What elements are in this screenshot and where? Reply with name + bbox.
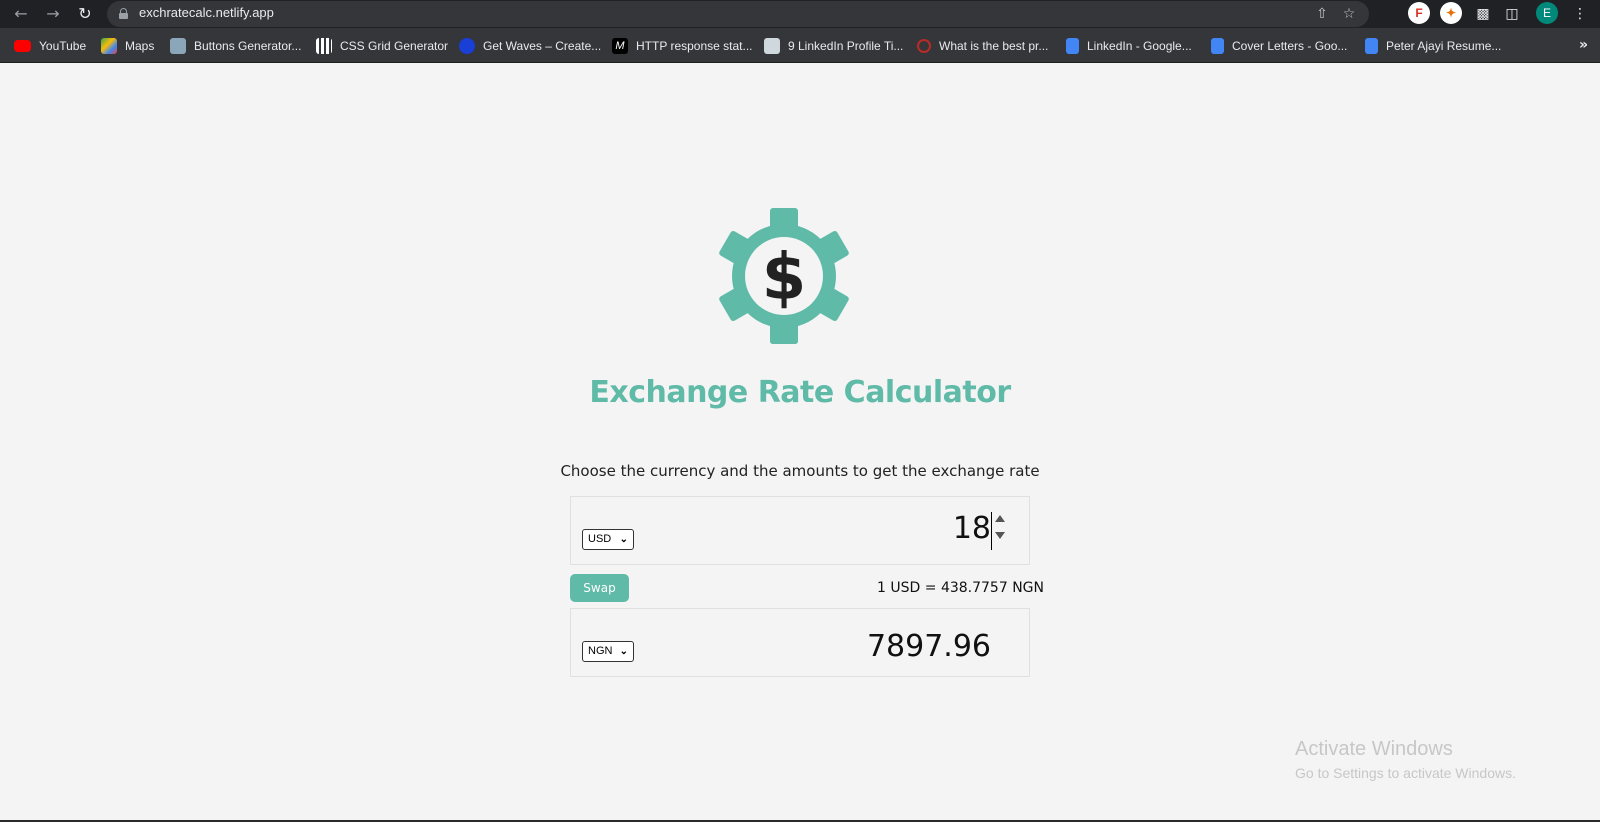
bookmark-http-response[interactable]: M HTTP response stat...	[612, 36, 753, 56]
number-spinner[interactable]	[995, 515, 1007, 545]
url-text: exchratecalc.netlify.app	[139, 5, 274, 20]
google-docs-icon	[1211, 38, 1224, 54]
amount-two-output[interactable]: 7897.96	[867, 629, 991, 664]
get-waves-icon	[459, 38, 475, 54]
color-picker-extension-icon[interactable]: ✦	[1440, 2, 1462, 24]
currency-two-container: NGN ⌄ 7897.96	[570, 608, 1030, 677]
currency-one-select[interactable]: USD ⌄	[582, 529, 634, 550]
reload-icon[interactable]: ↻	[74, 3, 96, 25]
currency-one-code: USD	[588, 533, 612, 545]
profile-avatar[interactable]: E	[1536, 2, 1558, 24]
watermark-subtitle: Go to Settings to activate Windows.	[1295, 765, 1516, 781]
extension-f-icon[interactable]: F	[1408, 2, 1430, 24]
mdn-icon: M	[612, 38, 628, 54]
extensions-puzzle-icon[interactable]: ▩	[1473, 3, 1493, 25]
bookmark-quora[interactable]: What is the best pr...	[917, 36, 1048, 56]
bookmark-star-icon[interactable]: ☆	[1339, 4, 1359, 24]
text-cursor	[991, 512, 992, 550]
bookmark-buttons-generator[interactable]: Buttons Generator...	[170, 36, 301, 56]
page-title: Exchange Rate Calculator	[589, 375, 1011, 410]
page-subtitle: Choose the currency and the amounts to g…	[560, 462, 1040, 480]
chevron-down-icon: ⌄	[619, 646, 628, 657]
more-bookmarks-icon[interactable]: »	[1579, 37, 1588, 53]
linkedin-tips-icon	[764, 38, 780, 54]
side-panel-icon[interactable]: ◫	[1502, 3, 1522, 25]
bookmark-maps[interactable]: Maps	[101, 36, 154, 56]
swap-button[interactable]: Swap	[570, 574, 629, 602]
bookmark-label: YouTube	[39, 39, 87, 53]
maps-icon	[101, 38, 117, 54]
bookmark-linkedin-doc[interactable]: LinkedIn - Google...	[1066, 36, 1192, 56]
youtube-icon	[14, 40, 31, 52]
menu-kebab-icon[interactable]: ⋮	[1570, 3, 1590, 25]
browser-toolbar: ← → ↻ exchratecalc.netlify.app ⇧ ☆ F ✦ ▩…	[0, 0, 1600, 28]
forward-arrow-icon[interactable]: →	[42, 3, 64, 25]
bookmark-resume[interactable]: Peter Ajayi Resume...	[1365, 36, 1501, 56]
share-icon[interactable]: ⇧	[1312, 4, 1332, 24]
bookmark-label: Peter Ajayi Resume...	[1386, 39, 1502, 53]
buttons-generator-icon	[170, 38, 186, 54]
chevron-down-icon: ⌄	[619, 534, 628, 545]
bookmark-label: Cover Letters - Goo...	[1232, 39, 1348, 53]
bookmark-label: Maps	[125, 39, 155, 53]
bookmark-label: Buttons Generator...	[194, 39, 302, 53]
google-docs-icon	[1365, 38, 1378, 54]
svg-text:$: $	[762, 241, 807, 315]
gear-dollar-logo-icon: $	[719, 208, 849, 344]
bookmark-label: Get Waves – Create...	[483, 39, 602, 53]
google-docs-icon	[1066, 38, 1079, 54]
currency-one-container: USD ⌄ 18	[570, 496, 1030, 565]
bookmark-linkedin-tips[interactable]: 9 LinkedIn Profile Ti...	[764, 36, 903, 56]
bookmark-youtube[interactable]: YouTube	[14, 36, 86, 56]
lock-icon	[119, 8, 128, 19]
bookmark-cover-letters[interactable]: Cover Letters - Goo...	[1211, 36, 1347, 56]
spinner-down-icon[interactable]	[995, 532, 1005, 539]
bookmark-label: LinkedIn - Google...	[1087, 39, 1192, 53]
bookmark-label: What is the best pr...	[939, 39, 1049, 53]
watermark-title: Activate Windows	[1295, 738, 1453, 760]
bookmark-get-waves[interactable]: Get Waves – Create...	[459, 36, 601, 56]
amount-one-input[interactable]: 18	[953, 511, 991, 546]
bookmark-label: 9 LinkedIn Profile Ti...	[788, 39, 904, 53]
currency-two-code: NGN	[588, 645, 613, 657]
windows-activation-watermark: Activate Windows Go to Settings to activ…	[1295, 738, 1516, 781]
bookmark-label: CSS Grid Generator	[340, 39, 449, 53]
address-bar[interactable]: exchratecalc.netlify.app ⇧ ☆	[107, 1, 1369, 27]
bookmarks-bar: YouTube Maps Buttons Generator... CSS Gr…	[0, 28, 1600, 63]
exchange-rate-text: 1 USD = 438.7757 NGN	[877, 580, 1044, 596]
bookmark-label: HTTP response stat...	[636, 39, 753, 53]
quora-icon	[917, 39, 931, 53]
css-grid-icon	[316, 38, 332, 54]
spinner-up-icon[interactable]	[995, 515, 1005, 522]
bookmark-css-grid[interactable]: CSS Grid Generator	[316, 36, 448, 56]
currency-two-select[interactable]: NGN ⌄	[582, 641, 634, 662]
back-arrow-icon[interactable]: ←	[10, 3, 32, 25]
